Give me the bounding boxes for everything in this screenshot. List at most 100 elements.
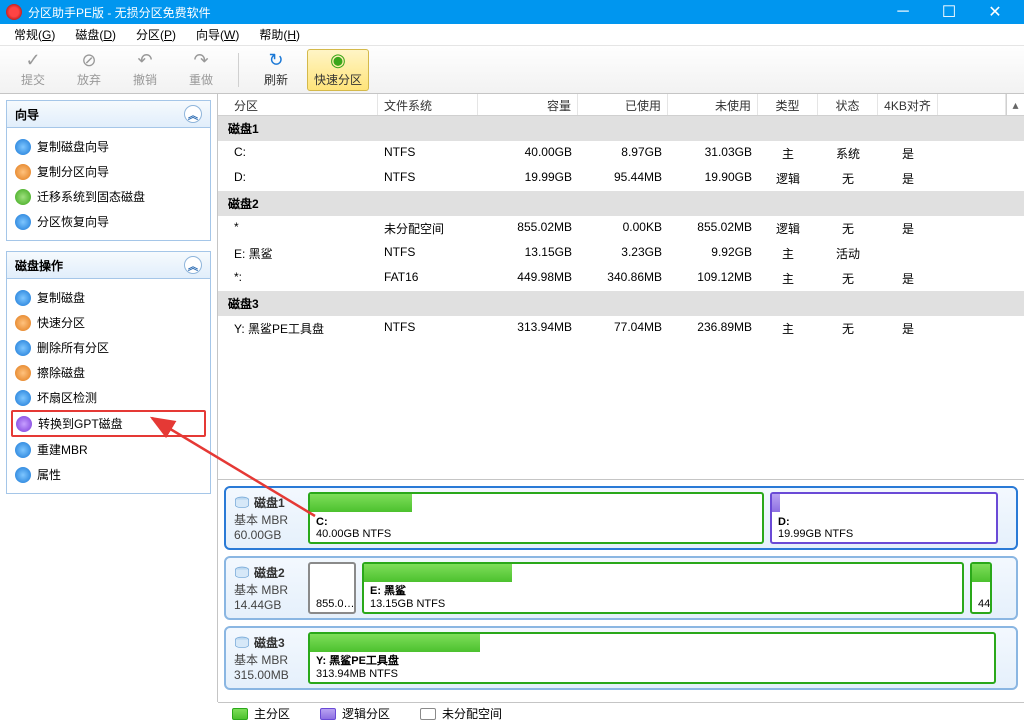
discard-icon: ⊘ bbox=[81, 51, 96, 69]
sidebar-item-icon bbox=[15, 442, 31, 458]
partition-bar[interactable]: C:40.00GB NTFS bbox=[308, 492, 764, 544]
disk-info: 磁盘2基本 MBR14.44GB bbox=[230, 562, 302, 614]
panel-title: 向导 bbox=[15, 106, 39, 123]
sidebar-item[interactable]: 重建MBR bbox=[11, 437, 206, 462]
sidebar-item[interactable]: 快速分区 bbox=[11, 310, 206, 335]
sidebar-item[interactable]: 迁移系统到固态磁盘 bbox=[11, 184, 206, 209]
menu-p[interactable]: 分区(P) bbox=[126, 26, 186, 43]
sidebar-item[interactable]: 删除所有分区 bbox=[11, 335, 206, 360]
sidebar-item-label: 复制磁盘向导 bbox=[37, 138, 109, 155]
sidebar-item[interactable]: 擦除磁盘 bbox=[11, 360, 206, 385]
wizard-panel-header[interactable]: 向导 ︽ bbox=[7, 101, 210, 128]
partition-bar[interactable]: D:19.99GB NTFS bbox=[770, 492, 998, 544]
sidebar-item-label: 复制分区向导 bbox=[37, 163, 109, 180]
partition-row[interactable]: E: 黑鲨NTFS13.15GB3.23GB9.92GB主活动 bbox=[218, 241, 1024, 266]
menu-bar: 常规(G)磁盘(D)分区(P)向导(W)帮助(H) bbox=[0, 24, 1024, 46]
sidebar-item-label: 坏扇区检测 bbox=[37, 389, 97, 406]
sidebar-item[interactable]: 复制磁盘向导 bbox=[11, 134, 206, 159]
sidebar-item-label: 擦除磁盘 bbox=[37, 364, 85, 381]
diskops-panel-header[interactable]: 磁盘操作 ︽ bbox=[7, 252, 210, 279]
col-align[interactable]: 4KB对齐 bbox=[878, 94, 938, 115]
col-used[interactable]: 已使用 bbox=[578, 94, 668, 115]
sidebar-item-icon bbox=[15, 214, 31, 230]
disk-map[interactable]: 磁盘2基本 MBR14.44GB855.0…E: 黑鲨13.15GB NTFS4… bbox=[224, 556, 1018, 620]
chevron-up-icon[interactable]: ︽ bbox=[184, 105, 202, 123]
quick-partition-button[interactable]: ◉快速分区 bbox=[307, 49, 369, 91]
legend-logical: 逻辑分区 bbox=[320, 705, 390, 722]
partition-bar[interactable]: Y: 黑鲨PE工具盘313.94MB NTFS bbox=[308, 632, 996, 684]
col-unused[interactable]: 未使用 bbox=[668, 94, 758, 115]
partition-row[interactable]: *未分配空间855.02MB0.00KB855.02MB逻辑无是 bbox=[218, 216, 1024, 241]
partition-row[interactable]: *:FAT16449.98MB340.86MB109.12MB主无是 bbox=[218, 266, 1024, 291]
minimize-button[interactable]: ─ bbox=[880, 3, 926, 21]
legend-unalloc: 未分配空间 bbox=[420, 705, 502, 722]
disk-map[interactable]: 磁盘3基本 MBR315.00MBY: 黑鲨PE工具盘313.94MB NTFS bbox=[224, 626, 1018, 690]
sidebar-item-label: 转换到GPT磁盘 bbox=[38, 415, 123, 432]
panel-title: 磁盘操作 bbox=[15, 257, 63, 274]
col-partition[interactable]: 分区 bbox=[218, 94, 378, 115]
disk-info: 磁盘3基本 MBR315.00MB bbox=[230, 632, 302, 684]
partition-row[interactable]: C:NTFS40.00GB8.97GB31.03GB主系统是 bbox=[218, 141, 1024, 166]
disk-map-area: 磁盘1基本 MBR60.00GBC:40.00GB NTFSD:19.99GB … bbox=[218, 479, 1024, 702]
app-logo-icon bbox=[6, 4, 22, 20]
toolbar: ✓提交 ⊘放弃 ↶撤销 ↷重做 ↻刷新 ◉快速分区 bbox=[0, 46, 1024, 94]
sidebar-item-label: 迁移系统到固态磁盘 bbox=[37, 188, 145, 205]
grid-header: 分区 文件系统 容量 已使用 未使用 类型 状态 4KB对齐 ▴ bbox=[218, 94, 1024, 116]
col-type[interactable]: 类型 bbox=[758, 94, 818, 115]
col-capacity[interactable]: 容量 bbox=[478, 94, 578, 115]
sidebar-item[interactable]: 坏扇区检测 bbox=[11, 385, 206, 410]
disk-icon: 磁盘3 bbox=[234, 634, 302, 651]
sidebar-item-label: 属性 bbox=[37, 466, 61, 483]
partition-bar[interactable]: E: 黑鲨13.15GB NTFS bbox=[362, 562, 964, 614]
sidebar-item[interactable]: 属性 bbox=[11, 462, 206, 487]
sidebar-item-icon bbox=[16, 416, 32, 432]
sidebar-item[interactable]: 复制磁盘 bbox=[11, 285, 206, 310]
partition-bar[interactable]: 44… bbox=[970, 562, 992, 614]
toolbar-separator bbox=[238, 53, 239, 87]
submit-button[interactable]: ✓提交 bbox=[8, 49, 58, 91]
menu-d[interactable]: 磁盘(D) bbox=[65, 26, 126, 43]
col-filesystem[interactable]: 文件系统 bbox=[378, 94, 478, 115]
sidebar-item-label: 快速分区 bbox=[37, 314, 85, 331]
maximize-button[interactable]: ☐ bbox=[926, 2, 972, 22]
sidebar-item-icon bbox=[15, 189, 31, 205]
menu-h[interactable]: 帮助(H) bbox=[249, 26, 310, 43]
window-title: 分区助手PE版 - 无损分区免费软件 bbox=[28, 4, 880, 21]
content-area: 分区 文件系统 容量 已使用 未使用 类型 状态 4KB对齐 ▴ 磁盘1C:NT… bbox=[218, 94, 1024, 702]
diskops-panel: 磁盘操作 ︽ 复制磁盘快速分区删除所有分区擦除磁盘坏扇区检测转换到GPT磁盘重建… bbox=[6, 251, 211, 494]
wizard-panel: 向导 ︽ 复制磁盘向导复制分区向导迁移系统到固态磁盘分区恢复向导 bbox=[6, 100, 211, 241]
undo-button[interactable]: ↶撤销 bbox=[120, 49, 170, 91]
sidebar-item-icon bbox=[15, 340, 31, 356]
close-button[interactable]: ✕ bbox=[972, 2, 1018, 22]
chevron-up-icon[interactable]: ︽ bbox=[184, 256, 202, 274]
menu-g[interactable]: 常规(G) bbox=[4, 26, 65, 43]
menu-w[interactable]: 向导(W) bbox=[186, 26, 249, 43]
sidebar-item-icon bbox=[15, 467, 31, 483]
disk-group-header[interactable]: 磁盘1 bbox=[218, 116, 1024, 141]
discard-button[interactable]: ⊘放弃 bbox=[64, 49, 114, 91]
disk-group-header[interactable]: 磁盘3 bbox=[218, 291, 1024, 316]
sidebar-item[interactable]: 分区恢复向导 bbox=[11, 209, 206, 234]
partition-bar[interactable]: 855.0… bbox=[308, 562, 356, 614]
disk-map[interactable]: 磁盘1基本 MBR60.00GBC:40.00GB NTFSD:19.99GB … bbox=[224, 486, 1018, 550]
sidebar-item-icon bbox=[15, 390, 31, 406]
sidebar-item-icon bbox=[15, 315, 31, 331]
legend-bar: 主分区 逻辑分区 未分配空间 bbox=[218, 702, 1024, 724]
legend-primary: 主分区 bbox=[232, 705, 290, 722]
sidebar-item-icon bbox=[15, 164, 31, 180]
globe-icon: ◉ bbox=[330, 51, 346, 69]
sidebar-item[interactable]: 转换到GPT磁盘 bbox=[11, 410, 206, 437]
disk-group-header[interactable]: 磁盘2 bbox=[218, 191, 1024, 216]
partition-row[interactable]: D:NTFS19.99GB95.44MB19.90GB逻辑无是 bbox=[218, 166, 1024, 191]
col-state[interactable]: 状态 bbox=[818, 94, 878, 115]
partition-row[interactable]: Y: 黑鲨PE工具盘NTFS313.94MB77.04MB236.89MB主无是 bbox=[218, 316, 1024, 341]
scroll-up-button[interactable]: ▴ bbox=[1006, 94, 1024, 115]
sidebar: 向导 ︽ 复制磁盘向导复制分区向导迁移系统到固态磁盘分区恢复向导 磁盘操作 ︽ … bbox=[0, 94, 218, 702]
disk-info: 磁盘1基本 MBR60.00GB bbox=[230, 492, 302, 544]
refresh-icon: ↻ bbox=[268, 51, 283, 69]
refresh-button[interactable]: ↻刷新 bbox=[251, 49, 301, 91]
redo-button[interactable]: ↷重做 bbox=[176, 49, 226, 91]
sidebar-item-icon bbox=[15, 365, 31, 381]
grid-body[interactable]: 磁盘1C:NTFS40.00GB8.97GB31.03GB主系统是D:NTFS1… bbox=[218, 116, 1024, 479]
sidebar-item[interactable]: 复制分区向导 bbox=[11, 159, 206, 184]
